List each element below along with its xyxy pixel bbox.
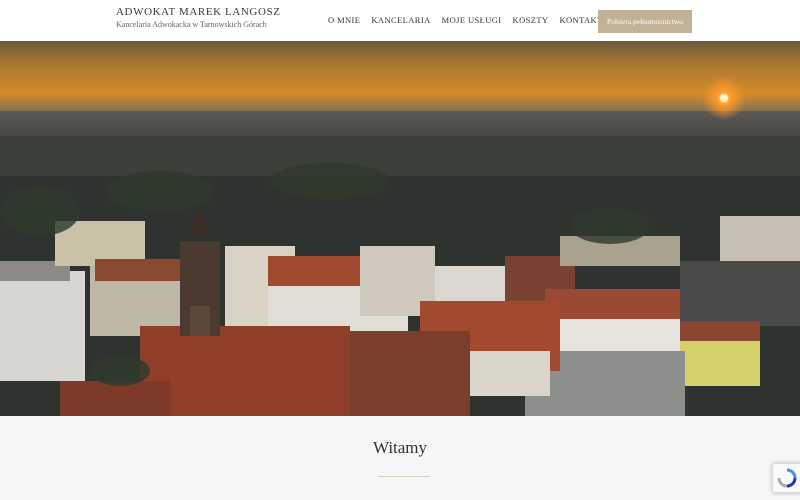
- site-header: ADWOKAT MAREK LANGOSZ Kancelaria Adwokac…: [0, 0, 800, 41]
- recaptcha-badge[interactable]: [772, 463, 800, 493]
- welcome-section: Witamy: [0, 416, 800, 500]
- brand-title[interactable]: ADWOKAT MAREK LANGOSZ: [116, 6, 281, 18]
- power-of-attorney-button[interactable]: Połsiera pełnomocnictwo: [598, 10, 692, 33]
- brand[interactable]: ADWOKAT MAREK LANGOSZ Kancelaria Adwokac…: [116, 6, 281, 29]
- main-nav: O MNIE KANCELARIA MOJE USŁUGI KOSZTY KON…: [328, 15, 614, 25]
- welcome-title: Witamy: [372, 438, 428, 457]
- nav-item-o-mnie[interactable]: O MNIE: [328, 15, 360, 25]
- nav-item-moje-uslugi[interactable]: MOJE USŁUGI: [442, 15, 502, 25]
- title-divider: [378, 476, 430, 477]
- nav-item-koszty[interactable]: KOSZTY: [513, 15, 549, 25]
- nav-item-kancelaria[interactable]: KANCELARIA: [371, 15, 430, 25]
- nav-item-kontakt[interactable]: KONTAKT: [559, 15, 602, 25]
- brand-subtitle: Kancelaria Adwokacka w Tarnowskich Górac…: [116, 20, 267, 29]
- recaptcha-icon: [777, 468, 797, 488]
- hero-image: [0, 41, 800, 416]
- aerial-town-sunrise-image: [0, 41, 800, 416]
